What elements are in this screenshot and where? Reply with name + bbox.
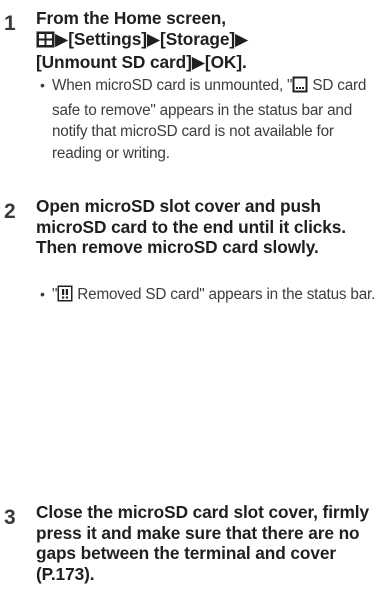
step-note: • " Removed SD card" appears in the stat… xyxy=(40,284,376,309)
sd-card-removed-warning-icon xyxy=(57,285,73,309)
bullet: • xyxy=(40,77,45,93)
apps-grid-icon xyxy=(36,31,55,53)
step-title-line: From the Home screen, xyxy=(36,8,226,28)
step-number: 2 xyxy=(4,200,16,223)
step-title: From the Home screen, ▶[Settings]▶[Stora… xyxy=(36,8,376,73)
bullet: • xyxy=(40,286,45,302)
note-text: " Removed SD card" appears in the status… xyxy=(40,284,376,309)
step-number: 1 xyxy=(4,12,16,35)
step-number: 3 xyxy=(4,506,16,529)
sd-card-safe-remove-icon xyxy=(292,76,308,100)
note-text: When microSD card is unmounted, " SD car… xyxy=(52,76,367,162)
step-title-line: [Unmount SD card]▶[OK]. xyxy=(36,52,247,72)
step-title: Close the microSD card slot cover, firml… xyxy=(36,502,370,584)
settings-path-text: ▶[Settings]▶[Storage]▶ xyxy=(55,28,249,49)
step-title: Open microSD slot cover and push microSD… xyxy=(36,196,347,257)
step-note: • When microSD card is unmounted, " SD c… xyxy=(40,75,376,164)
step-title-line: ▶[Settings]▶[Storage]▶ xyxy=(36,29,376,53)
